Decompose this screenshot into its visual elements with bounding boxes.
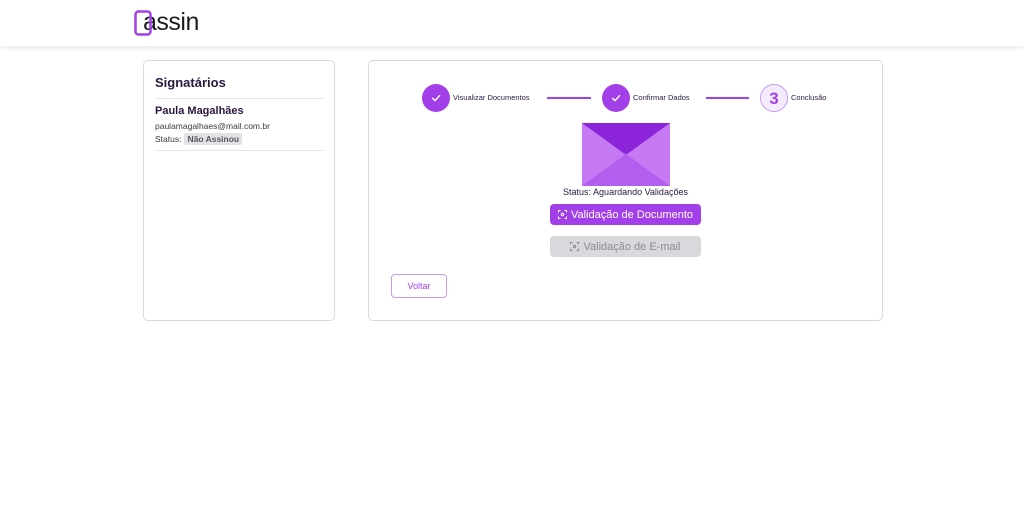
signatory-name: Paula Magalhães <box>155 105 244 117</box>
signatory-status-label: Status: <box>155 134 182 144</box>
document-validation-label: Validação de Documento <box>570 208 694 221</box>
envelope-icon <box>582 123 670 186</box>
signatory-email: paulamagalhaes@mail.com.br <box>155 121 270 131</box>
signatories-title: Signatários <box>155 75 226 90</box>
conclusion-panel: Visualizar Documentos Confirmar Dados 3 … <box>368 60 883 321</box>
scan-icon <box>570 242 580 251</box>
signatory-status: Status: Não Assinou <box>155 133 243 145</box>
step-connector-2 <box>706 97 749 99</box>
step-3-number: 3 <box>769 88 779 108</box>
email-validation-label: Validação de E-mail <box>583 240 681 253</box>
top-bar: assin <box>0 0 1024 46</box>
back-button[interactable]: Voltar <box>391 274 447 298</box>
signatories-divider <box>155 98 323 99</box>
scan-icon <box>557 210 567 219</box>
validation-status-text: Status: Aguardando Validações <box>563 187 688 197</box>
signatory-divider <box>155 150 323 151</box>
step-2-label: Confirmar Dados <box>633 93 690 102</box>
step-3-label: Conclusão <box>791 93 827 102</box>
logo-mark-icon <box>134 10 152 36</box>
app-logo[interactable]: assin <box>134 6 199 36</box>
step-3-circle: 3 <box>760 84 788 112</box>
step-1-label: Visualizar Documentos <box>453 93 530 102</box>
step-connector-1 <box>547 97 591 99</box>
step-2-check-icon <box>602 84 630 112</box>
status-badge: Não Assinou <box>184 133 243 145</box>
email-validation-button[interactable]: Validação de E-mail <box>550 236 701 257</box>
progress-stepper: Visualizar Documentos Confirmar Dados 3 … <box>422 84 852 112</box>
document-validation-button[interactable]: Validação de Documento <box>550 204 701 225</box>
step-1-check-icon <box>422 84 450 112</box>
signatories-panel: Signatários Paula Magalhães paulamagalha… <box>143 60 335 321</box>
